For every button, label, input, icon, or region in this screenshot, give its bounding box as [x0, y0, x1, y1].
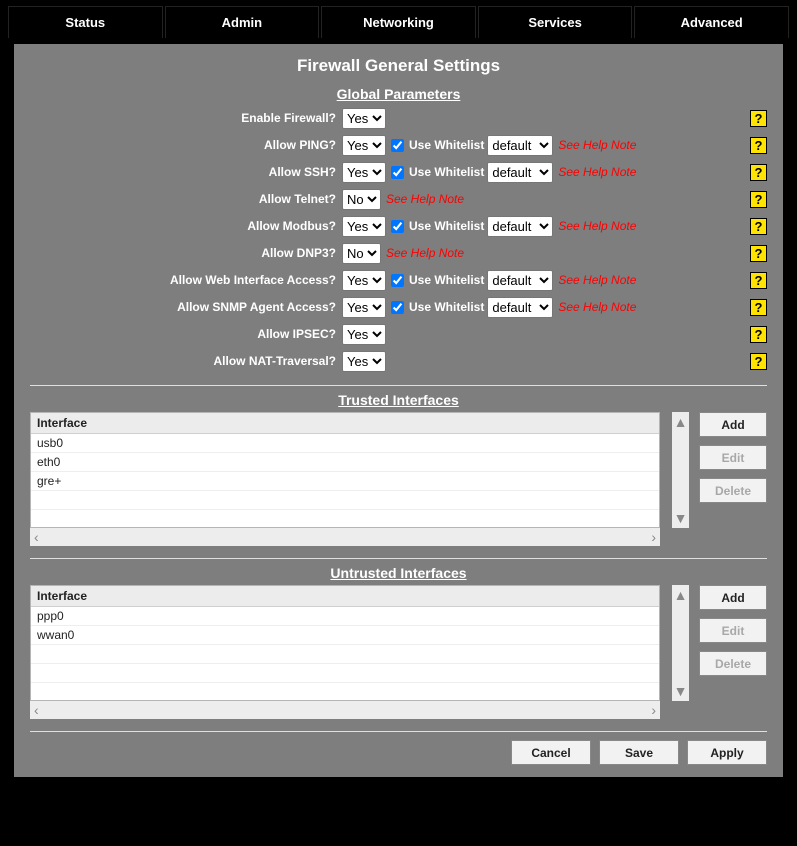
nav-networking[interactable]: Networking [321, 6, 476, 38]
help-icon[interactable]: ? [750, 191, 767, 208]
nav-status[interactable]: Status [8, 6, 163, 38]
label-allow-ssh: Allow SSH? [30, 165, 342, 179]
help-icon[interactable]: ? [750, 299, 767, 316]
section-global-parameters: Global Parameters [30, 86, 767, 102]
table-row[interactable] [31, 645, 659, 664]
select-web-whitelist[interactable]: default [487, 270, 553, 291]
save-button[interactable]: Save [599, 740, 679, 765]
untrusted-delete-button[interactable]: Delete [699, 651, 767, 676]
select-ping-whitelist[interactable]: default [487, 135, 553, 156]
scrollbar-horizontal[interactable]: ‹ › [30, 701, 660, 719]
select-allow-ssh[interactable]: Yes [342, 162, 386, 183]
help-note: See Help Note [558, 219, 636, 233]
select-allow-telnet[interactable]: No [342, 189, 381, 210]
label-use-whitelist: Use Whitelist [409, 300, 484, 314]
section-untrusted-interfaces: Untrusted Interfaces [30, 565, 767, 581]
help-note: See Help Note [386, 246, 464, 260]
trusted-delete-button[interactable]: Delete [699, 478, 767, 503]
label-enable-firewall: Enable Firewall? [30, 111, 342, 125]
divider [30, 731, 767, 732]
label-allow-web: Allow Web Interface Access? [30, 273, 342, 287]
checkbox-ssh-whitelist[interactable] [391, 166, 404, 179]
label-allow-dnp3: Allow DNP3? [30, 246, 342, 260]
section-trusted-interfaces: Trusted Interfaces [30, 392, 767, 408]
nav-advanced[interactable]: Advanced [634, 6, 789, 38]
divider [30, 558, 767, 559]
help-note: See Help Note [558, 300, 636, 314]
trusted-interfaces-table[interactable]: Interface usb0 eth0 gre+ ▲ ▼ [30, 412, 660, 528]
scrollbar-vertical[interactable]: ▲ ▼ [672, 412, 689, 528]
help-icon[interactable]: ? [750, 137, 767, 154]
untrusted-edit-button[interactable]: Edit [699, 618, 767, 643]
select-modbus-whitelist[interactable]: default [487, 216, 553, 237]
help-note: See Help Note [386, 192, 464, 206]
chevron-left-icon: ‹ [34, 529, 39, 545]
label-use-whitelist: Use Whitelist [409, 273, 484, 287]
help-icon[interactable]: ? [750, 164, 767, 181]
help-note: See Help Note [558, 138, 636, 152]
scrollbar-horizontal[interactable]: ‹ › [30, 528, 660, 546]
select-enable-firewall[interactable]: Yes [342, 108, 386, 129]
apply-button[interactable]: Apply [687, 740, 767, 765]
trusted-add-button[interactable]: Add [699, 412, 767, 437]
untrusted-interfaces-table[interactable]: Interface ppp0 wwan0 ▲ ▼ [30, 585, 660, 701]
select-ssh-whitelist[interactable]: default [487, 162, 553, 183]
select-allow-snmp[interactable]: Yes [342, 297, 386, 318]
table-row[interactable]: wwan0 [31, 626, 659, 645]
help-icon[interactable]: ? [750, 353, 767, 370]
checkbox-ping-whitelist[interactable] [391, 139, 404, 152]
untrusted-add-button[interactable]: Add [699, 585, 767, 610]
label-allow-ipsec: Allow IPSEC? [30, 327, 342, 341]
label-allow-telnet: Allow Telnet? [30, 192, 342, 206]
help-icon[interactable]: ? [750, 218, 767, 235]
select-allow-web[interactable]: Yes [342, 270, 386, 291]
table-row[interactable]: ppp0 [31, 607, 659, 626]
table-row[interactable]: eth0 [31, 453, 659, 472]
select-allow-modbus[interactable]: Yes [342, 216, 386, 237]
chevron-up-icon: ▲ [674, 414, 688, 430]
select-snmp-whitelist[interactable]: default [487, 297, 553, 318]
column-interface: Interface [31, 413, 659, 434]
label-use-whitelist: Use Whitelist [409, 165, 484, 179]
label-use-whitelist: Use Whitelist [409, 219, 484, 233]
select-allow-ping[interactable]: Yes [342, 135, 386, 156]
label-use-whitelist: Use Whitelist [409, 138, 484, 152]
select-allow-ipsec[interactable]: Yes [342, 324, 386, 345]
select-allow-nat-traversal[interactable]: Yes [342, 351, 386, 372]
chevron-right-icon: › [651, 702, 656, 718]
divider [30, 385, 767, 386]
chevron-down-icon: ▼ [674, 510, 688, 526]
select-allow-dnp3[interactable]: No [342, 243, 381, 264]
chevron-left-icon: ‹ [34, 702, 39, 718]
chevron-right-icon: › [651, 529, 656, 545]
checkbox-web-whitelist[interactable] [391, 274, 404, 287]
checkbox-modbus-whitelist[interactable] [391, 220, 404, 233]
label-allow-snmp: Allow SNMP Agent Access? [30, 300, 342, 314]
label-allow-modbus: Allow Modbus? [30, 219, 342, 233]
column-interface: Interface [31, 586, 659, 607]
scrollbar-vertical[interactable]: ▲ ▼ [672, 585, 689, 701]
table-row[interactable] [31, 491, 659, 510]
help-icon[interactable]: ? [750, 110, 767, 127]
cancel-button[interactable]: Cancel [511, 740, 591, 765]
nav-services[interactable]: Services [478, 6, 633, 38]
help-note: See Help Note [558, 165, 636, 179]
label-allow-ping: Allow PING? [30, 138, 342, 152]
help-icon[interactable]: ? [750, 326, 767, 343]
page-title: Firewall General Settings [30, 56, 767, 76]
help-icon[interactable]: ? [750, 272, 767, 289]
chevron-up-icon: ▲ [674, 587, 688, 603]
help-icon[interactable]: ? [750, 245, 767, 262]
nav-admin[interactable]: Admin [165, 6, 320, 38]
label-allow-nat-traversal: Allow NAT-Traversal? [30, 354, 342, 368]
table-row[interactable]: usb0 [31, 434, 659, 453]
trusted-edit-button[interactable]: Edit [699, 445, 767, 470]
table-row[interactable] [31, 664, 659, 683]
checkbox-snmp-whitelist[interactable] [391, 301, 404, 314]
help-note: See Help Note [558, 273, 636, 287]
table-row[interactable]: gre+ [31, 472, 659, 491]
chevron-down-icon: ▼ [674, 683, 688, 699]
